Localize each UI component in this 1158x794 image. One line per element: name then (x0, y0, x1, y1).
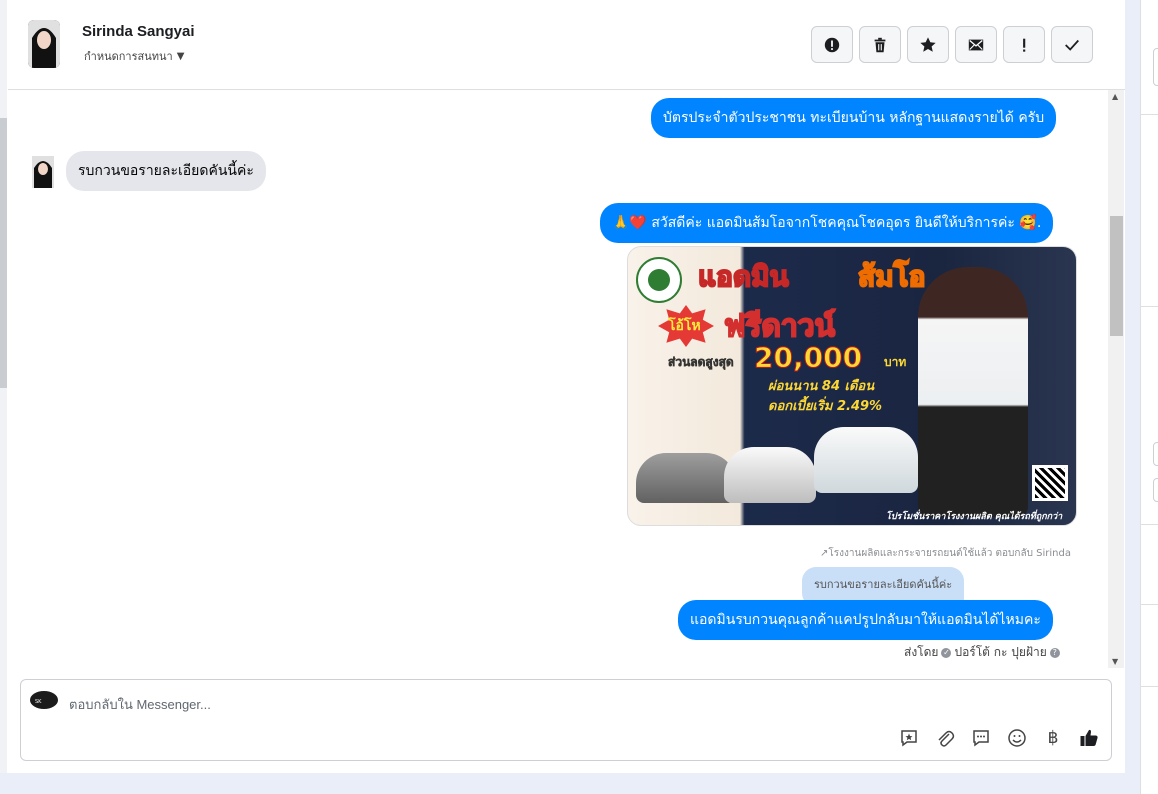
dealer-logo (636, 257, 682, 303)
delete-button[interactable] (859, 26, 901, 63)
conversation-toolbar (811, 26, 1093, 63)
page-avatar: SK (30, 691, 58, 709)
composer-actions: ฿ (897, 726, 1101, 750)
details-field[interactable] (1153, 478, 1158, 502)
details-field[interactable] (1153, 442, 1158, 466)
promo-car-truck (814, 427, 918, 493)
divider (1141, 306, 1158, 307)
qr-code (1032, 465, 1068, 501)
outgoing-message[interactable]: 🙏❤️ สวัสดีค่ะ แอดมินส้มโอจากโชคคุณโชคอุด… (600, 203, 1054, 243)
mark-unread-button[interactable] (955, 26, 997, 63)
details-field[interactable] (1153, 48, 1158, 86)
reply-input[interactable]: ตอบกลับใน Messenger... (69, 694, 211, 715)
conversation-header: Sirinda Sangyai กำหนดการสนทนา ▼ (8, 0, 1125, 90)
divider (1141, 604, 1158, 605)
saved-reply-icon[interactable] (897, 726, 921, 750)
promo-installment: ผ่อนนาน 84 เดือน (768, 379, 875, 394)
emoji-icon[interactable] (1005, 726, 1029, 750)
chat-icon[interactable] (969, 726, 993, 750)
assign-label: กำหนดการสนทนา (84, 50, 173, 63)
message-thread[interactable]: บัตรประจำตัวประชาชน ทะเบียนบ้าน หลักฐานแ… (8, 90, 1108, 668)
promo-footer: โปรโมชั่นราคาโรงงานผลิต คุณได้รถที่ถูกกว… (886, 512, 1063, 522)
divider (1141, 524, 1158, 525)
reply-meta: ↗โรงงานผลิตและกระจายรถยนต์ใช้แล้ว ตอบกลั… (820, 548, 1071, 559)
promo-image[interactable]: แอดมิน ส้มโอ โอ้โห ฟรีดาวน์ ส่วนลดสูงสุด… (627, 246, 1077, 526)
exclamation-icon (1023, 38, 1026, 52)
help-icon[interactable]: ? (1049, 647, 1060, 658)
baht-icon[interactable]: ฿ (1041, 726, 1065, 750)
star-button[interactable] (907, 26, 949, 63)
attachment-icon[interactable] (933, 726, 957, 750)
alert-circle-icon (824, 37, 840, 52)
follow-up-button[interactable] (1003, 26, 1045, 63)
mail-unread-icon (968, 39, 984, 50)
bottom-background (0, 773, 1140, 794)
svg-text:SK: SK (35, 699, 42, 705)
divider (1141, 114, 1158, 115)
promo-car-pickup (724, 447, 816, 503)
message-composer[interactable]: SK ตอบกลับใน Messenger... ฿ (20, 679, 1112, 761)
sent-by-prefix: ส่งโดย (904, 645, 939, 659)
promo-badge-text: โอ้โห (668, 318, 701, 334)
promo-title-right: ส้มโอ (857, 259, 926, 294)
trash-icon (874, 37, 886, 52)
sent-by-info: ส่งโดย ✓ ปอร์โต้ กะ ปุยฝ้าย ? (904, 643, 1060, 662)
page-check-icon: ✓ (941, 647, 952, 658)
conversation-panel: Sirinda Sangyai กำหนดการสนทนา ▼ บัตรประจ… (0, 0, 1125, 773)
promo-title-left: แอดมิน (697, 259, 790, 294)
outgoing-message[interactable]: แอดมินรบกวนคุณลูกค้าแคปรูปกลับมาให้แอดมิ… (678, 600, 1053, 640)
promo-discount-label: ส่วนลดสูงสุด (668, 355, 734, 370)
incoming-message[interactable]: รบกวนขอรายละเอียดคันนี้ค่ะ (66, 151, 266, 191)
scroll-up-icon[interactable]: ▲ (1112, 92, 1118, 101)
left-scroll-edge (0, 118, 7, 388)
thread-scrollbar[interactable]: ▲ ▼ (1108, 90, 1124, 668)
thumbs-up-icon[interactable] (1077, 726, 1101, 750)
sent-by-name: ปอร์โต้ กะ ปุยฝ้าย (954, 645, 1047, 659)
promo-discount-unit: บาท (884, 355, 907, 369)
contact-name[interactable]: Sirinda Sangyai (82, 23, 195, 40)
assign-conversation-dropdown[interactable]: กำหนดการสนทนา ▼ (84, 47, 184, 65)
outgoing-message[interactable]: บัตรประจำตัวประชาชน ทะเบียนบ้าน หลักฐานแ… (651, 98, 1057, 138)
mark-spam-button[interactable] (811, 26, 853, 63)
done-button[interactable] (1051, 26, 1093, 63)
scroll-thumb[interactable] (1110, 216, 1123, 336)
sender-avatar (32, 156, 54, 188)
divider (1141, 686, 1158, 687)
scroll-down-icon[interactable]: ▼ (1112, 657, 1118, 666)
promo-interest: ดอกเบี้ยเริ่ม 2.49% (768, 399, 883, 414)
contact-avatar[interactable] (28, 20, 60, 68)
promo-car-sedan (636, 453, 736, 503)
check-icon (1065, 39, 1079, 51)
star-icon (920, 36, 936, 52)
right-details-panel (1140, 0, 1158, 794)
caret-down-icon: ▼ (176, 50, 185, 62)
promo-discount-amount: 20,000 (753, 341, 863, 375)
promo-person (918, 267, 1028, 517)
